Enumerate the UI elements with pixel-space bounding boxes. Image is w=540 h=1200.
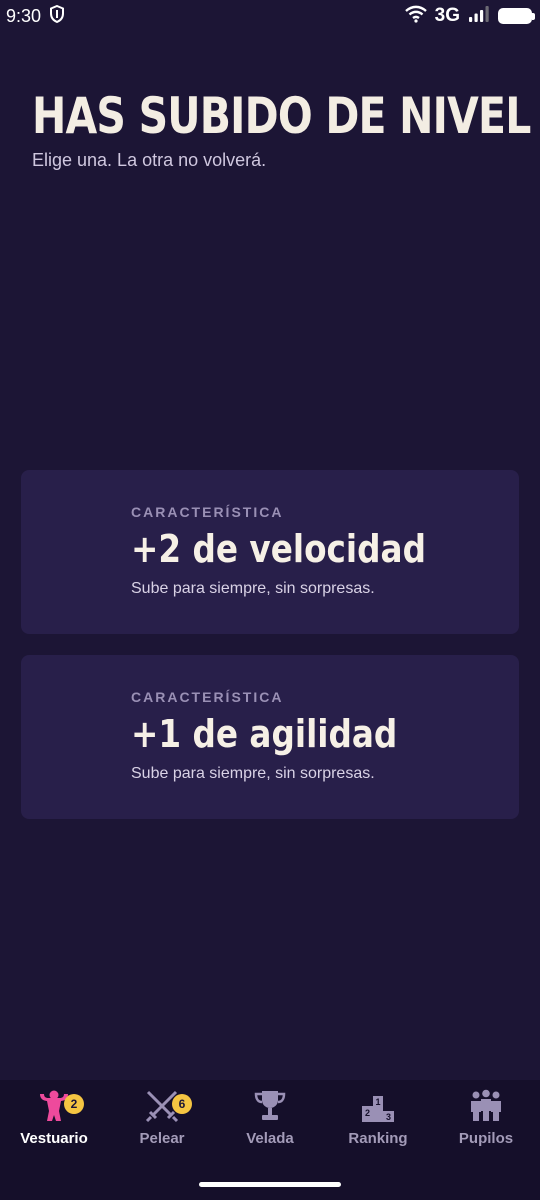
shield-icon [49, 4, 65, 28]
card-description: Sube para siempre, sin sorpresas. [131, 580, 375, 597]
status-right: 3G [404, 5, 535, 28]
battery-icon [498, 8, 535, 24]
status-left: 9:30 [6, 4, 65, 28]
card-category: CARACTERÍSTICA [131, 504, 284, 520]
level-up-header: HAS SUBIDO DE NIVEL Elige una. La otra n… [32, 86, 531, 171]
card-title: +1 de agilidad [131, 712, 398, 756]
nav-label: Ranking [348, 1130, 408, 1147]
status-time: 9:30 [6, 5, 42, 26]
trophy-icon [252, 1088, 288, 1124]
nav-label: Vestuario [20, 1130, 88, 1147]
option-card-velocidad[interactable]: CARACTERÍSTICA +2 de velocidad Sube para… [21, 470, 519, 634]
card-title: +2 de velocidad [131, 527, 426, 571]
group-icon [468, 1088, 504, 1124]
svg-text:3: 3 [386, 1112, 391, 1122]
nav-item-pupilos[interactable]: Pupilos [432, 1088, 540, 1200]
svg-text:2: 2 [365, 1108, 370, 1118]
nav-label: Pelear [139, 1130, 185, 1147]
page-title: HAS SUBIDO DE NIVEL [32, 87, 531, 145]
nav-label: Velada [246, 1130, 294, 1147]
card-description: Sube para siempre, sin sorpresas. [131, 765, 375, 782]
wifi-icon [404, 5, 427, 28]
svg-text:1: 1 [375, 1097, 380, 1107]
nav-item-vestuario[interactable]: 2 Vestuario [0, 1088, 108, 1200]
podium-icon: 1 2 3 [360, 1088, 396, 1124]
nav-badge: 2 [64, 1094, 84, 1114]
signal-icon [468, 5, 490, 28]
network-type: 3G [434, 5, 460, 26]
nav-badge: 6 [172, 1094, 192, 1114]
nav-label: Pupilos [458, 1130, 514, 1147]
card-category: CARACTERÍSTICA [131, 689, 284, 705]
home-indicator[interactable] [199, 1182, 341, 1187]
option-card-agilidad[interactable]: CARACTERÍSTICA +1 de agilidad Sube para … [21, 655, 519, 819]
page-subtitle: Elige una. La otra no volverá. [32, 150, 267, 170]
status-bar: 9:30 3G [0, 0, 540, 32]
